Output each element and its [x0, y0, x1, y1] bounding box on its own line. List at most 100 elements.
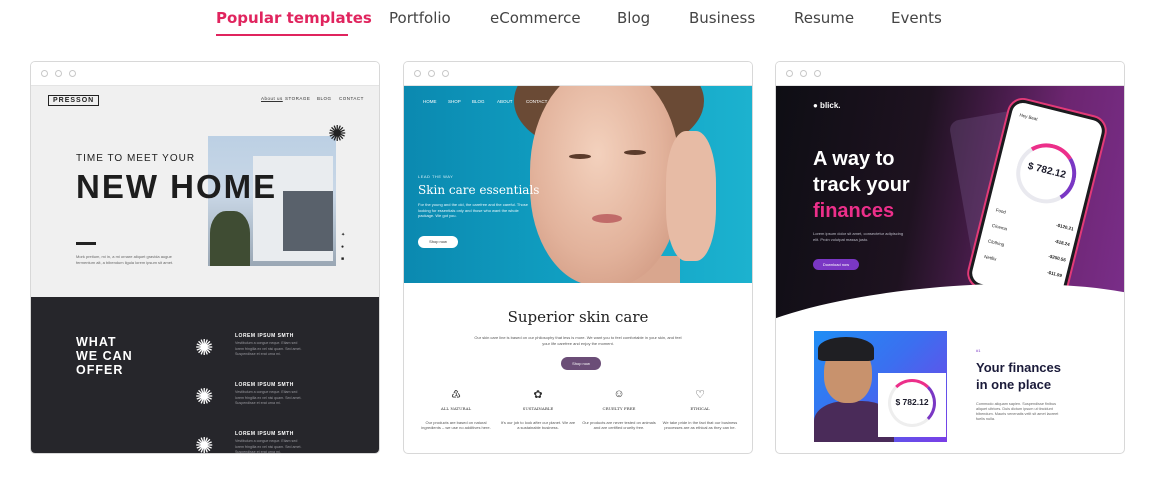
skincare-text: For the young and the old, the carefree … — [418, 202, 528, 218]
browser-bar — [31, 62, 379, 86]
divider — [76, 242, 96, 245]
feature-text: Our products are based on natural ingred… — [421, 420, 491, 431]
sunburst-icon: ✺ — [195, 433, 214, 454]
blick-text: Lorem ipsum dolor sit amet, consectetur … — [813, 231, 904, 242]
service-title: LOREM IPSUM SMTH — [235, 431, 294, 437]
blick-hero: Hey Beat $ 782.12 Food -$120.21 Cinema -$1… — [776, 86, 1124, 326]
expense-value: -$250.56 — [1047, 253, 1067, 263]
expense-label: Food — [995, 207, 1007, 215]
download-now-button: Download now — [813, 259, 859, 270]
presson-nav-item: BLOG — [317, 96, 332, 101]
heading-line: track your — [813, 174, 910, 196]
skincare-nav-item: HOME — [423, 99, 437, 104]
tab-resume[interactable]: Resume — [794, 9, 854, 27]
leaf-icon: ♳ — [451, 389, 461, 401]
browser-bar — [776, 62, 1124, 86]
skincare-section-title: Superior skin care — [507, 308, 649, 326]
expense-value: -$18.24 — [1054, 238, 1071, 248]
blick-logo: ● blick. — [813, 101, 841, 110]
presson-services: WHAT WE CAN OFFER ✺ LOREM IPSUM SMTH Ves… — [31, 297, 379, 453]
blick-heading: A way to track your finances — [813, 146, 910, 224]
sunburst-icon: ✺ — [328, 121, 347, 146]
presson-hero: PRESSON About us STORAGE BLOG CONTACT ✺ … — [31, 86, 379, 297]
presson-logo: PRESSON — [48, 95, 100, 106]
presson-services-title: WHAT WE CAN OFFER — [76, 335, 133, 377]
template-card-presson[interactable]: PRESSON About us STORAGE BLOG CONTACT ✺ … — [30, 61, 380, 454]
skincare-hero: HOME SHOP BLOG ABOUT CONTACT LEAD THE WA… — [404, 86, 752, 283]
template-category-tabs: Popular templates Portfolio eCommerce Bl… — [0, 0, 1153, 40]
expense-label: Clothing — [987, 238, 1005, 248]
feature-title: ETHICAL — [690, 406, 710, 411]
sunburst-icon: ✺ — [195, 384, 214, 409]
tree-shape — [210, 211, 250, 266]
presson-nav-item: STORAGE — [285, 96, 311, 101]
presson-title: NEW HOME — [76, 168, 278, 205]
facebook-icon: ● — [341, 244, 345, 250]
sunburst-icon: ✺ — [195, 335, 214, 360]
feature-title: CRUELTY FREE — [602, 406, 636, 411]
skincare-nav-item: CONTACT — [526, 99, 548, 104]
tab-popular-templates[interactable]: Popular templates — [216, 9, 372, 27]
cap-shape — [818, 337, 874, 361]
presson-nav-item: About us — [261, 96, 283, 101]
template-preview: Hey Beat $ 782.12 Food -$120.21 Cinema -$1… — [776, 86, 1124, 453]
expense-label: Netflix — [983, 253, 998, 262]
blick-section-title: Your finances in one place — [976, 360, 1062, 392]
service-text: Vestibulum a congue neque. Etiam sed lor… — [235, 439, 302, 453]
service-text: Vestibulum a congue neque. Etiam sed lor… — [235, 390, 302, 405]
browser-bar — [404, 62, 752, 86]
active-tab-underline — [216, 34, 348, 36]
skincare-nav-item: ABOUT — [497, 99, 513, 104]
heading-line-highlight: finances — [813, 200, 895, 222]
expense-value: -$120.21 — [1055, 222, 1075, 232]
service-title: LOREM IPSUM SMTH — [235, 333, 294, 339]
tab-events[interactable]: Events — [891, 9, 942, 27]
template-preview: PRESSON About us STORAGE BLOG CONTACT ✺ … — [31, 86, 379, 453]
eye-shape — [569, 154, 591, 159]
feature-title: ALL NATURAL — [440, 406, 472, 411]
face-shape — [530, 86, 680, 283]
widget-balance: $ 782.12 — [895, 397, 929, 407]
balance-widget: $ 782.12 — [878, 373, 946, 437]
window-dot — [414, 70, 421, 77]
skincare-nav-item: SHOP — [448, 99, 461, 104]
blick-section-text: Commodo aliquam sapien. Suspendisse fini… — [976, 402, 1059, 421]
skincare-nav-item: BLOG — [472, 99, 485, 104]
rabbit-icon: ☺ — [613, 388, 625, 400]
tab-ecommerce[interactable]: eCommerce — [490, 9, 581, 27]
window-dot — [428, 70, 435, 77]
shop-now-button: Shop now — [418, 236, 458, 248]
phone-greeting: Hey Beat — [1018, 112, 1039, 122]
template-card-skincare[interactable]: HOME SHOP BLOG ABOUT CONTACT LEAD THE WA… — [403, 61, 753, 454]
window-dot — [41, 70, 48, 77]
wave-shape — [776, 269, 1124, 326]
window-dot — [69, 70, 76, 77]
instagram-icon: ■ — [341, 256, 345, 262]
tab-business[interactable]: Business — [689, 9, 755, 27]
presson-kicker: TIME TO MEET YOUR — [76, 153, 196, 164]
feature-text: It's our job to look after our planet. W… — [500, 420, 576, 431]
feature-text: We take pride in the fact that our busin… — [662, 420, 738, 431]
person-photo: $ 782.12 — [814, 331, 947, 442]
tab-blog[interactable]: Blog — [617, 9, 650, 27]
window-dot — [814, 70, 821, 77]
tab-portfolio[interactable]: Portfolio — [389, 9, 451, 27]
feature-text: Our products are never tested on animals… — [582, 420, 656, 431]
skincare-heading: Skin care essentials — [418, 183, 540, 197]
skincare-section-text: Our skin care line is based on our philo… — [474, 335, 682, 346]
eye-shape — [624, 150, 646, 155]
service-text: Vestibulum a congue neque. Etiam sed lor… — [235, 341, 302, 356]
presson-body: Mork pretium, mi in, a mi ornare aliquet… — [76, 254, 174, 265]
window-dot — [442, 70, 449, 77]
template-card-blick[interactable]: Hey Beat $ 782.12 Food -$120.21 Cinema -$1… — [775, 61, 1125, 454]
feature-title: SUSTAINABLE — [522, 406, 554, 411]
window-dot — [786, 70, 793, 77]
heading-line: A way to — [813, 148, 895, 170]
shop-now-button: Shop now — [561, 357, 601, 370]
hand-shape — [666, 131, 716, 261]
building-shape — [283, 191, 333, 251]
section-number: #1 — [976, 348, 981, 353]
heart-icon: ♡ — [695, 389, 705, 401]
expense-label: Cinema — [991, 222, 1008, 232]
window-dot — [55, 70, 62, 77]
